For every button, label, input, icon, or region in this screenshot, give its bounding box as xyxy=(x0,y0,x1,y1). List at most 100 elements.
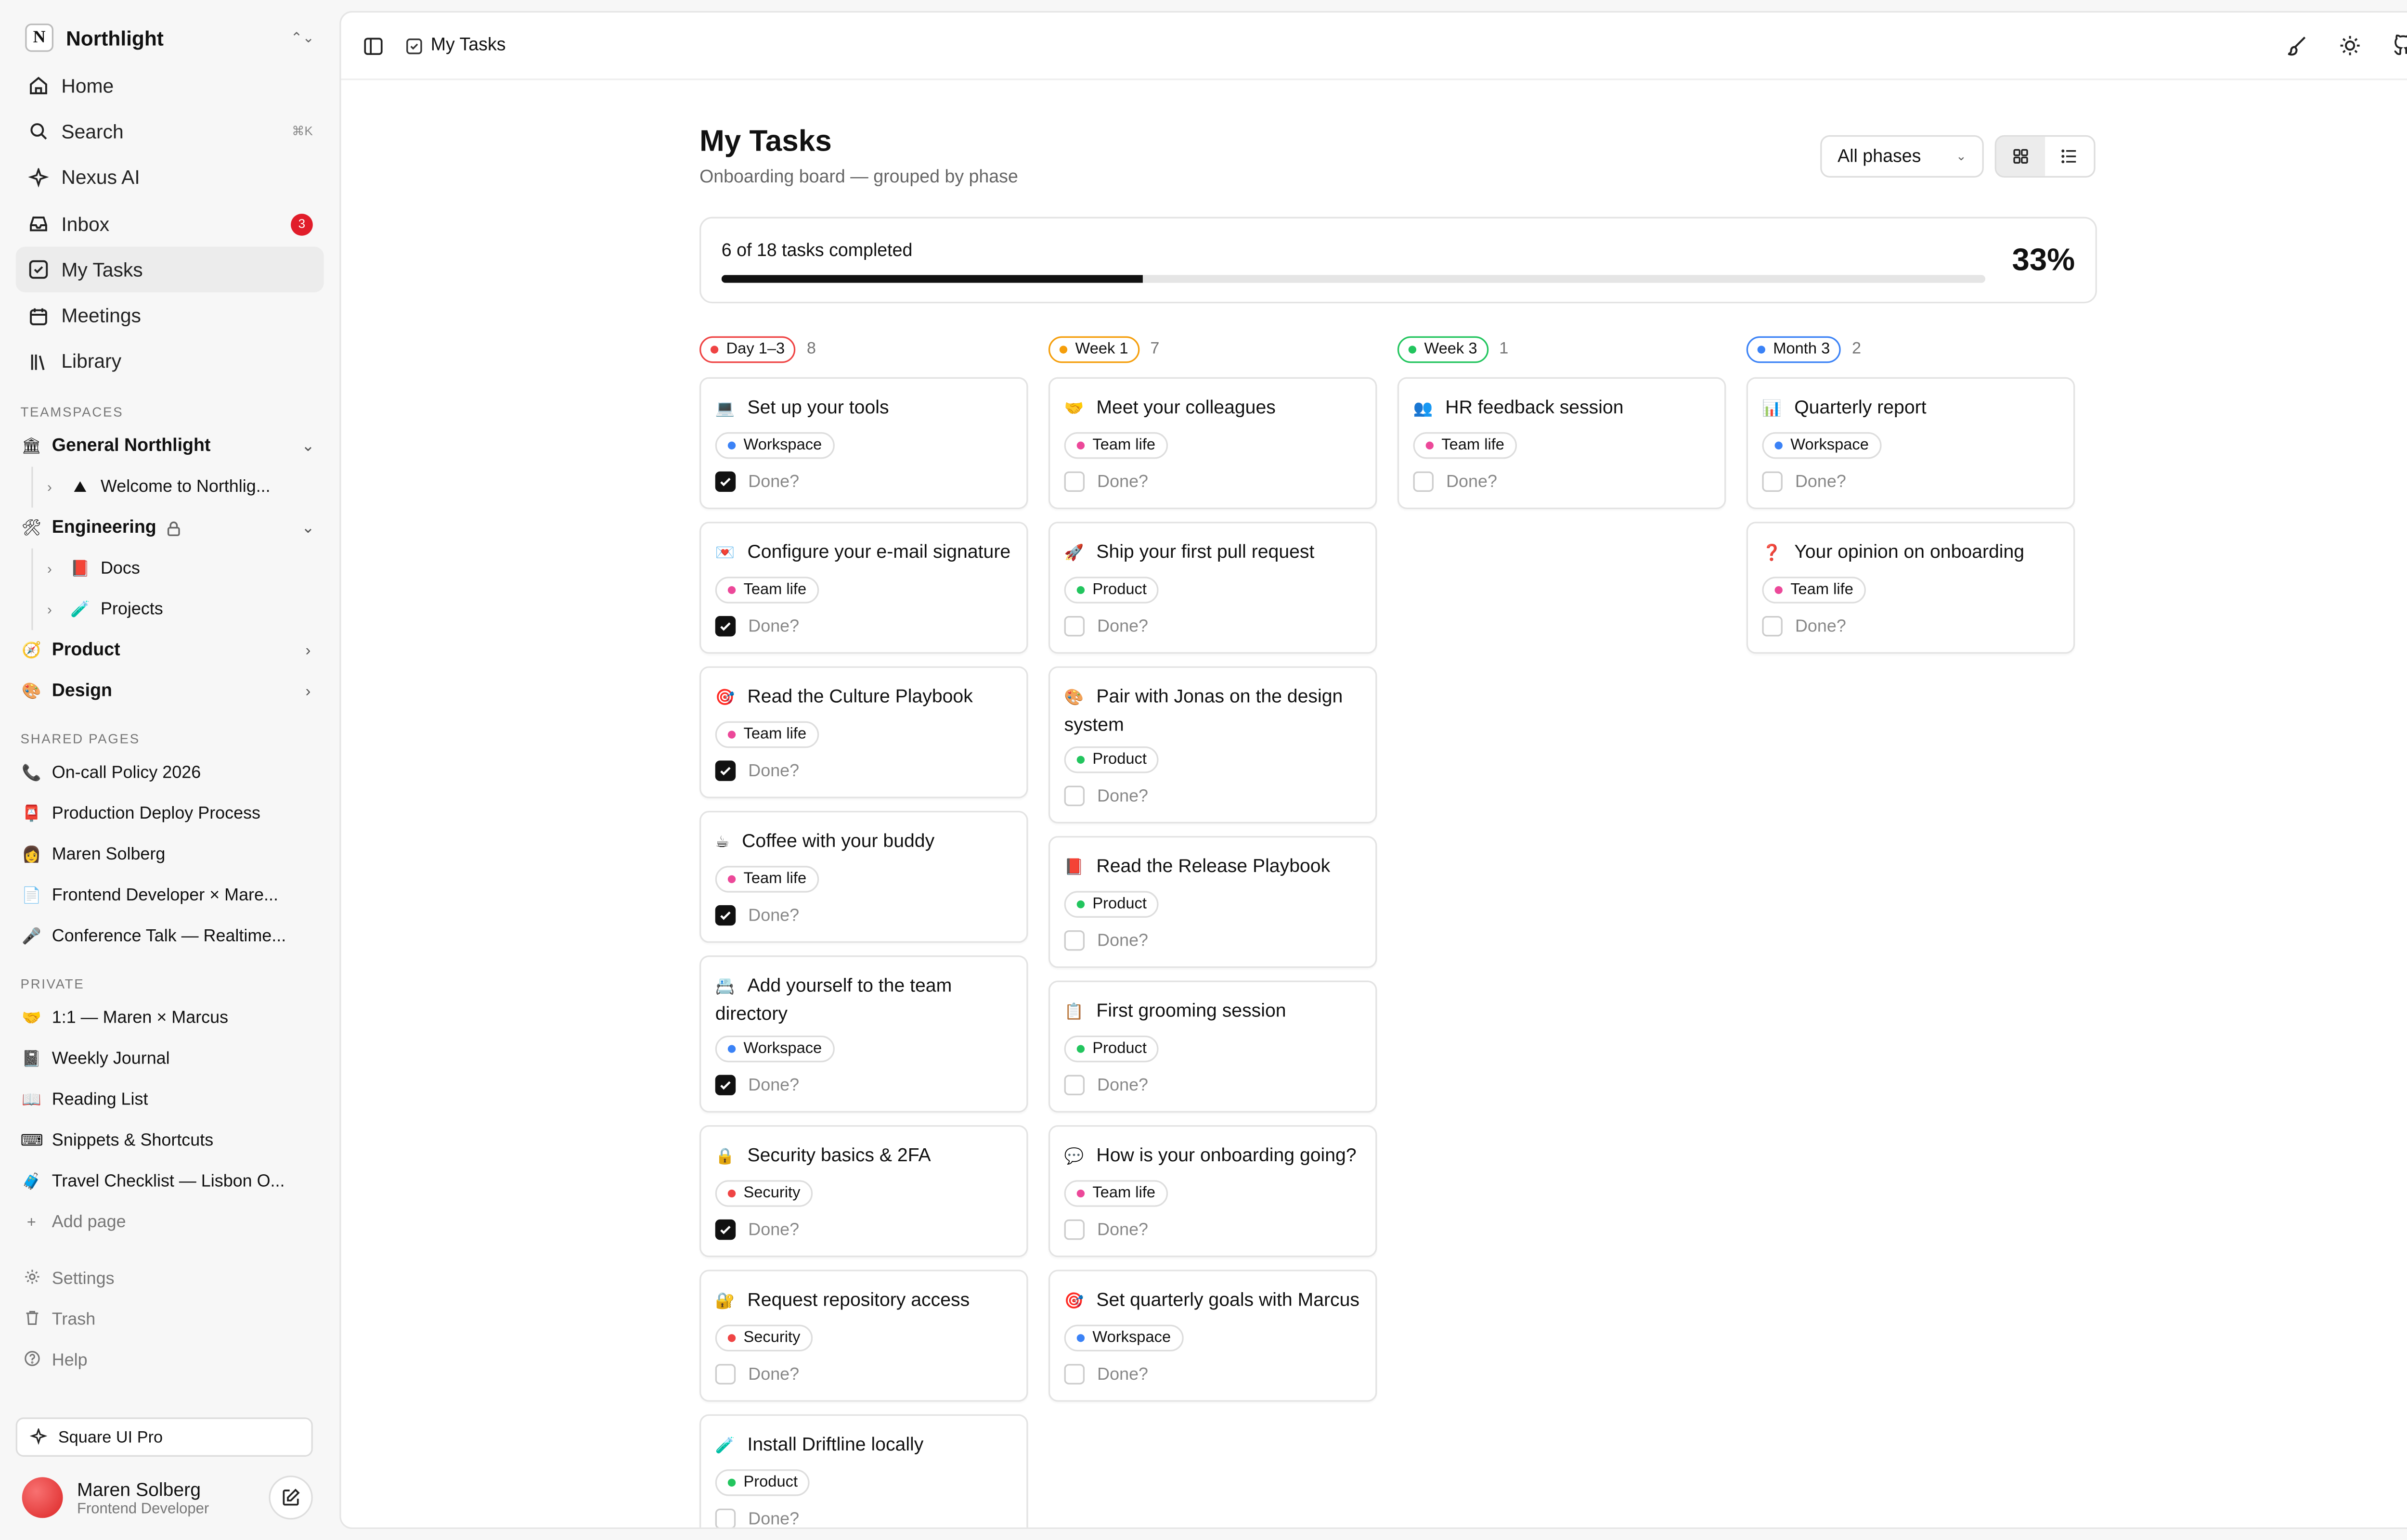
checked-checkbox[interactable] xyxy=(715,1075,736,1095)
page-docs[interactable]: › 📕 Docs xyxy=(16,548,324,590)
task-card[interactable]: 🚀 Ship your first pull request Product Done… xyxy=(1048,522,1377,654)
teamspace-design[interactable]: 🎨 Design › xyxy=(16,671,324,712)
teamspace-general[interactable]: 🏛 General Northlight ⌄ xyxy=(16,426,324,467)
checked-checkbox[interactable] xyxy=(715,905,736,926)
empty-checkbox[interactable] xyxy=(1064,930,1085,951)
board-view-button[interactable] xyxy=(1996,137,2045,176)
done-toggle[interactable]: Done? xyxy=(715,1219,1012,1240)
done-toggle[interactable]: Done? xyxy=(1413,471,1710,492)
empty-checkbox[interactable] xyxy=(1064,1219,1085,1240)
done-toggle[interactable]: Done? xyxy=(1064,1219,1361,1240)
github-icon[interactable] xyxy=(2393,34,2407,57)
chevron-right-icon[interactable]: › xyxy=(47,602,69,618)
chevron-right-icon[interactable]: › xyxy=(47,479,69,495)
done-toggle[interactable]: Done? xyxy=(1762,471,2059,492)
task-card[interactable]: 📇 Add yourself to the team directory Works… xyxy=(699,955,1028,1113)
sun-icon[interactable] xyxy=(2339,35,2361,57)
shared-page-item[interactable]: 📄 Frontend Developer × Mare... xyxy=(16,875,324,916)
nav-item-nexus-ai[interactable]: Nexus AI xyxy=(16,155,324,201)
breadcrumb[interactable]: My Tasks xyxy=(405,36,506,55)
square-ui-pro-button[interactable]: Square UI Pro xyxy=(15,1417,313,1457)
chevron-right-icon[interactable]: › xyxy=(297,683,319,700)
done-toggle[interactable]: Done? xyxy=(1064,1364,1361,1385)
workspace-switcher[interactable]: N Northlight ⌃⌄ xyxy=(16,16,324,60)
private-page-item[interactable]: 📖 Reading List xyxy=(16,1080,324,1121)
done-toggle[interactable]: Done? xyxy=(715,905,1012,926)
task-card[interactable]: 💻 Set up your tools Workspace Done? xyxy=(699,377,1028,509)
nav-item-my-tasks[interactable]: My Tasks xyxy=(15,247,324,293)
done-toggle[interactable]: Done? xyxy=(1064,785,1361,807)
nav-item-search[interactable]: Search ⌘K xyxy=(16,109,324,155)
task-card[interactable]: 🎨 Pair with Jonas on the design system Pro… xyxy=(1048,666,1377,824)
teamspace-product[interactable]: 🧭 Product › xyxy=(16,630,324,671)
checked-checkbox[interactable] xyxy=(715,1219,736,1240)
empty-checkbox[interactable] xyxy=(715,1508,736,1527)
footer-item-help[interactable]: Help xyxy=(16,1341,324,1382)
done-toggle[interactable]: Done? xyxy=(1064,471,1361,492)
done-toggle[interactable]: Done? xyxy=(1762,616,2059,637)
empty-checkbox[interactable] xyxy=(1762,471,1783,492)
task-card[interactable]: 🎯 Set quarterly goals with Marcus Workspac… xyxy=(1048,1270,1377,1402)
done-toggle[interactable]: Done? xyxy=(715,1075,1012,1095)
shared-page-item[interactable]: 📞 On-call Policy 2026 xyxy=(16,753,324,794)
nav-item-home[interactable]: Home xyxy=(16,63,324,109)
nav-item-inbox[interactable]: Inbox 3 xyxy=(16,201,324,247)
page-welcome[interactable]: › ⛰ Welcome to Northlig... xyxy=(16,467,324,508)
shared-page-item[interactable]: 🎤 Conference Talk — Realtime... xyxy=(16,916,324,957)
done-toggle[interactable]: Done? xyxy=(715,1508,1012,1527)
teamspace-engineering[interactable]: 🛠 Engineering ⌄ xyxy=(16,508,324,549)
task-card[interactable]: 📋 First grooming session Product Done? xyxy=(1048,980,1377,1113)
empty-checkbox[interactable] xyxy=(1064,471,1085,492)
phase-filter-select[interactable]: All phases ⌄ xyxy=(1820,135,1984,178)
private-page-item[interactable]: ⌨ Snippets & Shortcuts xyxy=(16,1120,324,1161)
done-toggle[interactable]: Done? xyxy=(715,1364,1012,1385)
footer-item-trash[interactable]: Trash xyxy=(16,1300,324,1341)
task-card[interactable]: 👥 HR feedback session Team life Done? xyxy=(1397,377,1726,509)
empty-checkbox[interactable] xyxy=(1064,785,1085,807)
task-card[interactable]: 🎯 Read the Culture Playbook Team life Done? xyxy=(699,666,1028,798)
chevron-right-icon[interactable]: › xyxy=(297,642,319,659)
done-toggle[interactable]: Done? xyxy=(1064,1075,1361,1095)
list-view-button[interactable] xyxy=(2045,137,2094,176)
private-page-item[interactable]: 🤝 1:1 — Maren × Marcus xyxy=(16,998,324,1039)
shared-page-item[interactable]: 📮 Production Deploy Process xyxy=(16,794,324,834)
add-page-button[interactable]: + Add page xyxy=(16,1202,324,1243)
footer-item-settings[interactable]: Settings xyxy=(16,1259,324,1300)
nav-item-meetings[interactable]: Meetings xyxy=(16,293,324,339)
user-profile[interactable]: Maren Solberg Frontend Developer xyxy=(22,1474,313,1521)
checked-checkbox[interactable] xyxy=(715,760,736,781)
empty-checkbox[interactable] xyxy=(715,1364,736,1385)
chevron-down-icon[interactable]: ⌄ xyxy=(297,519,319,537)
sidebar-toggle-icon[interactable] xyxy=(363,35,383,55)
done-toggle[interactable]: Done? xyxy=(1064,616,1361,637)
task-card[interactable]: ❓ Your opinion on onboarding Team life Done… xyxy=(1746,522,2075,654)
task-card[interactable]: 💌 Configure your e-mail signature Team lif… xyxy=(699,522,1028,654)
done-toggle[interactable]: Done? xyxy=(715,760,1012,781)
done-toggle[interactable]: Done? xyxy=(715,471,1012,492)
task-card[interactable]: 📕 Read the Release Playbook Product Done? xyxy=(1048,836,1377,968)
page-projects[interactable]: › 🧪 Projects xyxy=(16,589,324,630)
task-card[interactable]: 🤝 Meet your colleagues Team life Done? xyxy=(1048,377,1377,509)
new-page-button[interactable] xyxy=(269,1476,313,1520)
checked-checkbox[interactable] xyxy=(715,616,736,637)
private-page-item[interactable]: 📓 Weekly Journal xyxy=(16,1039,324,1080)
empty-checkbox[interactable] xyxy=(1064,1075,1085,1095)
chevron-right-icon[interactable]: › xyxy=(47,561,69,577)
task-card[interactable]: 📊 Quarterly report Workspace Done? xyxy=(1746,377,2075,509)
nav-item-library[interactable]: Library xyxy=(16,339,324,385)
task-card[interactable]: ☕ Coffee with your buddy Team life Done? xyxy=(699,810,1028,943)
empty-checkbox[interactable] xyxy=(1064,616,1085,637)
empty-checkbox[interactable] xyxy=(1064,1364,1085,1385)
done-toggle[interactable]: Done? xyxy=(715,616,1012,637)
done-toggle[interactable]: Done? xyxy=(1064,930,1361,951)
task-card[interactable]: 🔐 Request repository access Security Done? xyxy=(699,1270,1028,1402)
empty-checkbox[interactable] xyxy=(1762,616,1783,637)
task-card[interactable]: 💬 How is your onboarding going? Team life D… xyxy=(1048,1125,1377,1258)
paint-brush-icon[interactable] xyxy=(2286,35,2308,57)
private-page-item[interactable]: 🧳 Travel Checklist — Lisbon O... xyxy=(16,1161,324,1202)
empty-checkbox[interactable] xyxy=(1413,471,1434,492)
checked-checkbox[interactable] xyxy=(715,471,736,492)
shared-page-item[interactable]: 👩 Maren Solberg xyxy=(16,834,324,875)
task-card[interactable]: 🧪 Install Driftline locally Product Done? xyxy=(699,1414,1028,1527)
task-card[interactable]: 🔒 Security basics & 2FA Security Done? xyxy=(699,1125,1028,1258)
